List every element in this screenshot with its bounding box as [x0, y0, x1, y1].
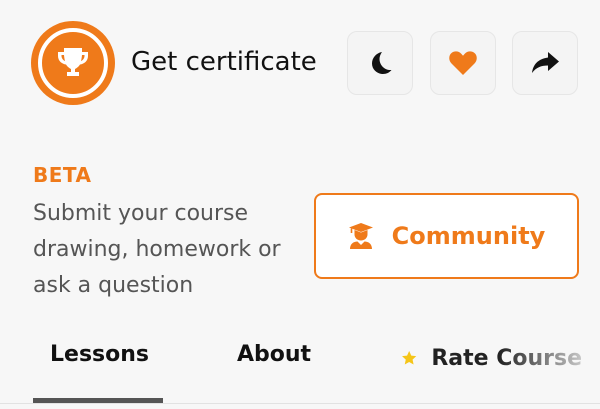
course-tabs: Lessons About Rate Course [0, 330, 600, 409]
trophy-icon [58, 48, 88, 76]
course-page: Get certificate BETA Submit your course … [0, 0, 600, 409]
tab-rate-course-label: Rate Course [431, 345, 582, 371]
community-button-label: Community [391, 222, 546, 250]
favorite-button[interactable] [430, 31, 496, 95]
certificate-badge-ring [38, 28, 108, 98]
graduate-user-icon [348, 223, 373, 249]
community-button[interactable]: Community [314, 193, 579, 279]
certificate-title[interactable]: Get certificate [131, 44, 317, 80]
tab-about[interactable]: About [237, 342, 311, 367]
certificate-badge[interactable] [31, 21, 115, 105]
tabs-divider [0, 403, 600, 404]
share-icon [532, 52, 559, 73]
heart-icon [449, 51, 477, 75]
beta-label: BETA [33, 163, 92, 187]
beta-description: Submit your course drawing, homework or … [33, 201, 281, 298]
share-button[interactable] [512, 31, 578, 95]
star-icon [402, 351, 417, 365]
tab-rate-course[interactable]: Rate Course [401, 342, 582, 374]
tab-lessons[interactable]: Lessons [50, 342, 149, 367]
moon-icon [372, 52, 392, 74]
dark-mode-button[interactable] [347, 31, 413, 95]
